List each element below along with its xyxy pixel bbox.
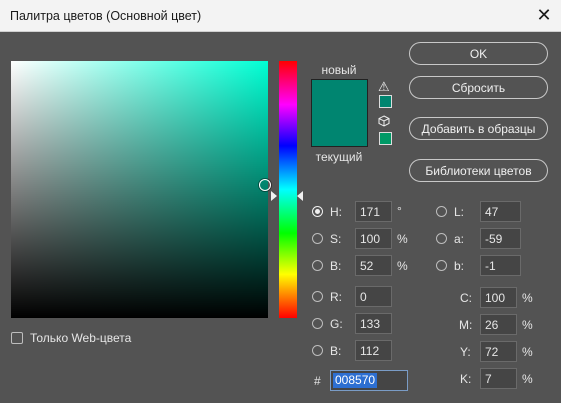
b-unit: % [397, 259, 408, 273]
c-label: C: [460, 291, 472, 305]
a-label: a: [454, 232, 465, 246]
reset-button[interactable]: Сбросить [409, 76, 548, 99]
radio-l[interactable] [436, 206, 447, 217]
radio-lab-b[interactable] [436, 260, 447, 271]
g-field[interactable] [355, 313, 392, 334]
h-field[interactable] [355, 201, 392, 222]
ok-button[interactable]: OK [409, 42, 548, 65]
r-label: R: [330, 290, 342, 304]
blue-field[interactable] [355, 340, 392, 361]
hex-value-selected[interactable]: 008570 [333, 373, 378, 388]
web-only-checkbox[interactable] [11, 332, 23, 344]
gamut-correction-swatch[interactable] [379, 95, 392, 108]
web-only-label[interactable]: Только Web-цвета [30, 331, 131, 345]
blue-label: B: [330, 344, 342, 358]
close-icon[interactable]: ✕ [529, 1, 559, 29]
l-label: L: [454, 205, 465, 219]
h-unit: ° [397, 204, 402, 218]
radio-b[interactable] [312, 260, 323, 271]
lab-b-label: b: [454, 259, 465, 273]
radio-blue[interactable] [312, 345, 323, 356]
hex-field[interactable]: 008570 [330, 370, 408, 391]
radio-h[interactable] [312, 206, 323, 217]
a-field[interactable] [480, 228, 521, 249]
b-label: B: [330, 259, 342, 273]
c-unit: % [522, 291, 533, 305]
radio-r[interactable] [312, 291, 323, 302]
hue-slider[interactable] [279, 61, 297, 318]
y-label: Y: [460, 345, 471, 359]
k-field[interactable] [480, 368, 517, 389]
y-unit: % [522, 345, 533, 359]
hue-slider-right-arrow-icon[interactable] [297, 191, 303, 201]
color-libraries-button[interactable]: Библиотеки цветов [409, 159, 548, 182]
new-color-label: новый [321, 63, 357, 77]
s-label: S: [330, 232, 342, 246]
k-label: K: [460, 372, 472, 386]
radio-s[interactable] [312, 233, 323, 244]
b-field[interactable] [355, 255, 392, 276]
h-label: H: [330, 205, 342, 219]
hue-slider-left-arrow-icon[interactable] [271, 191, 277, 201]
new-color-swatch [311, 79, 368, 114]
color-field-cursor-icon[interactable] [259, 179, 271, 191]
m-label: M: [459, 318, 473, 332]
y-field[interactable] [480, 341, 517, 362]
m-unit: % [522, 318, 533, 332]
k-unit: % [522, 372, 533, 386]
warning-triangle-icon: ⚠ [378, 79, 390, 94]
current-color-label: текущий [315, 150, 363, 164]
web-safe-swatch[interactable] [379, 132, 392, 145]
r-field[interactable] [355, 286, 392, 307]
g-label: G: [330, 317, 343, 331]
c-field[interactable] [480, 287, 517, 308]
radio-a[interactable] [436, 233, 447, 244]
m-field[interactable] [480, 314, 517, 335]
l-field[interactable] [480, 201, 521, 222]
window-title: Палитра цветов (Основной цвет) [10, 9, 202, 23]
add-to-swatches-button[interactable]: Добавить в образцы [409, 117, 548, 140]
radio-g[interactable] [312, 318, 323, 329]
lab-b-field[interactable] [480, 255, 521, 276]
color-field[interactable] [11, 61, 268, 318]
s-unit: % [397, 232, 408, 246]
cube-icon [378, 115, 390, 130]
current-color-swatch[interactable] [311, 113, 368, 147]
hex-label: # [314, 374, 321, 388]
s-field[interactable] [355, 228, 392, 249]
